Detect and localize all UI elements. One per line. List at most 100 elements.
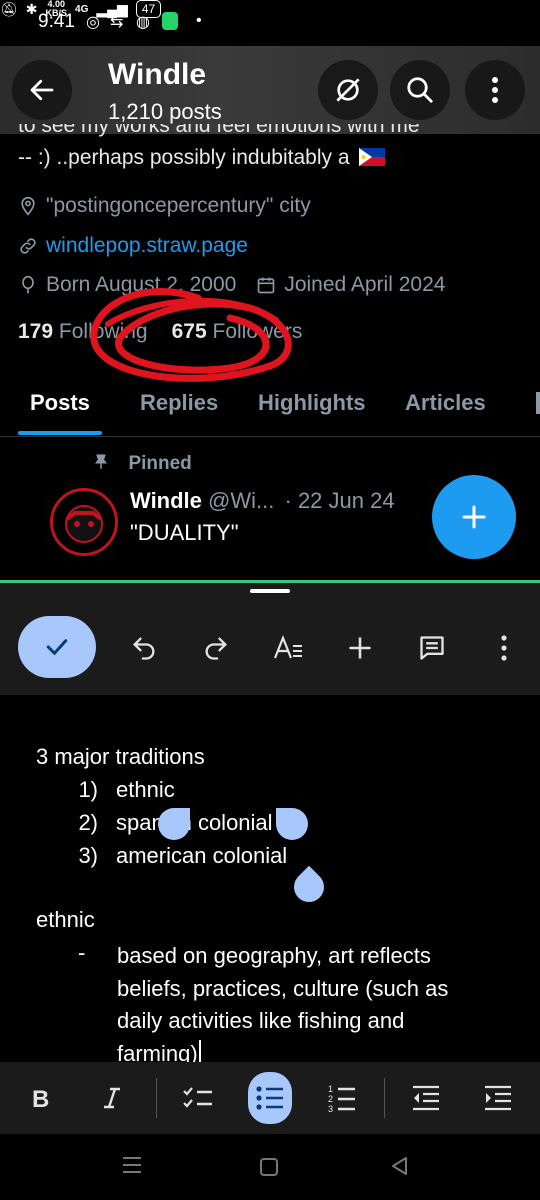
doc-more-button[interactable] (484, 628, 524, 668)
active-tab-indicator (18, 431, 102, 435)
back-button[interactable] (12, 60, 72, 120)
pinned-row: Pinned (92, 452, 192, 475)
avatar[interactable] (50, 488, 118, 556)
increase-indent-icon (485, 1085, 511, 1111)
following-count: 179 (18, 320, 54, 343)
red-scribble-annotation (90, 288, 292, 382)
compose-post-button[interactable] (432, 475, 516, 559)
back-triangle-icon (392, 1157, 407, 1175)
checkmark-icon (46, 639, 68, 656)
bullet-line: beliefs, practices, culture (such as (117, 975, 449, 1001)
svg-text:1: 1 (328, 1084, 333, 1094)
text-format-icon (273, 635, 302, 659)
joined-text: Joined April 2024 (284, 273, 446, 296)
numbered-list-button[interactable]: 123 (318, 1072, 366, 1124)
undo-icon (133, 637, 155, 660)
bold-icon: B (32, 1086, 49, 1110)
doc-section-heading[interactable]: ethnic (36, 907, 95, 933)
pin-icon (95, 454, 107, 469)
decrease-indent-button[interactable] (402, 1072, 450, 1124)
more-vertical-icon (501, 635, 507, 661)
checklist-icon (183, 1087, 212, 1108)
app-notification-icon (162, 12, 178, 30)
pinned-label: Pinned (128, 453, 192, 474)
italic-button[interactable] (88, 1072, 136, 1124)
post-author[interactable]: Windle (130, 488, 202, 513)
grok-button[interactable] (318, 60, 378, 120)
decrease-indent-icon (413, 1085, 439, 1111)
undo-button[interactable] (124, 628, 164, 668)
bullet-line: based on geography, art reflects (117, 943, 431, 968)
home-button[interactable] (258, 1156, 280, 1183)
profile-website: windlepop.straw.page (18, 234, 248, 258)
back-nav-button[interactable] (388, 1154, 410, 1183)
tab-replies[interactable]: Replies (140, 390, 218, 416)
done-editing-button[interactable] (18, 616, 96, 678)
avatar-face-icon (65, 505, 103, 543)
insert-button[interactable] (340, 628, 380, 668)
tab-overflow[interactable] (536, 392, 540, 414)
list-number: 1) (78, 777, 98, 802)
list-item-text: ethnic (116, 777, 175, 802)
post-header: Windle @Wi... · 22 Jun 24 (130, 488, 395, 514)
list-item[interactable]: 3) american colonial (68, 843, 287, 869)
bullet-marker: - (78, 940, 86, 965)
search-button[interactable] (390, 60, 450, 120)
website-link[interactable]: windlepop.straw.page (46, 234, 248, 258)
increase-indent-button[interactable] (474, 1072, 522, 1124)
list-item-text: american colonial (116, 843, 288, 868)
tab-highlights[interactable]: Highlights (258, 390, 366, 416)
tab-articles[interactable]: Articles (405, 390, 486, 416)
toolbar-separator (384, 1078, 385, 1118)
system-navigation-bar (0, 1134, 540, 1200)
grok-icon (336, 78, 360, 102)
tab-posts[interactable]: Posts (30, 390, 90, 416)
split-drag-handle[interactable] (250, 589, 290, 593)
comment-button[interactable] (412, 628, 452, 668)
home-icon (260, 1158, 278, 1176)
bio-text: -- :) ..perhaps possibly indubitably a (18, 146, 350, 169)
bullet-paragraph[interactable]: based on geography, art reflects beliefs… (117, 940, 517, 1070)
bio-cut-text: to see my works and feel emotions with m… (18, 124, 420, 137)
plus-icon (462, 505, 486, 529)
bio-cut-line: to see my works and feel emotions with m… (18, 124, 538, 138)
post-text: "DUALITY" (130, 520, 239, 545)
bold-button[interactable]: B (16, 1072, 64, 1124)
hotspot-icon: ◎ (86, 14, 100, 31)
list-number: 3) (78, 843, 98, 868)
toolbar-separator (156, 1078, 157, 1118)
plus-icon (349, 637, 371, 659)
svg-text:B: B (32, 1086, 49, 1110)
recents-button[interactable] (120, 1154, 144, 1181)
redo-button[interactable] (196, 628, 236, 668)
redo-icon (205, 637, 227, 660)
profile-banner (0, 46, 540, 134)
text-format-button[interactable] (268, 628, 308, 668)
location-pin-icon (21, 196, 35, 216)
list-item[interactable]: 1) ethnic (68, 777, 175, 803)
location-text: "postingoncepercentury" city (46, 194, 311, 217)
sync-icon: ⇆ (110, 14, 124, 31)
search-icon (407, 77, 433, 103)
selection-start-handle[interactable] (158, 808, 190, 840)
numbered-list-icon: 123 (328, 1084, 355, 1113)
svg-text:3: 3 (328, 1104, 333, 1113)
status-bar: 9:41 ◎ ⇆ ◍ • 🔕︎ ✱ 4.00 KB/S 4G ▂▄▆ 47 (0, 0, 540, 46)
messenger-icon: ◍ (136, 14, 150, 31)
selection-end-handle[interactable] (276, 808, 308, 840)
profile-header-post-count: 1,210 posts (108, 99, 222, 124)
post-handle: @Wi... (208, 488, 275, 513)
philippines-flag-icon (359, 148, 386, 166)
doc-heading[interactable]: 3 major traditions (36, 744, 205, 770)
cursor-drag-handle[interactable] (287, 865, 331, 909)
bluetooth-icon: ✱ (25, 0, 38, 17)
comment-icon (420, 636, 444, 660)
more-vertical-icon (492, 77, 498, 103)
more-options-button[interactable] (465, 60, 525, 120)
list-number: 2) (78, 810, 98, 835)
bulleted-list-button[interactable] (248, 1072, 292, 1124)
tabs-divider (0, 436, 540, 437)
status-time: 9:41 (38, 11, 75, 32)
profile-header-name: Windle (108, 58, 207, 91)
checklist-button[interactable] (174, 1072, 222, 1124)
